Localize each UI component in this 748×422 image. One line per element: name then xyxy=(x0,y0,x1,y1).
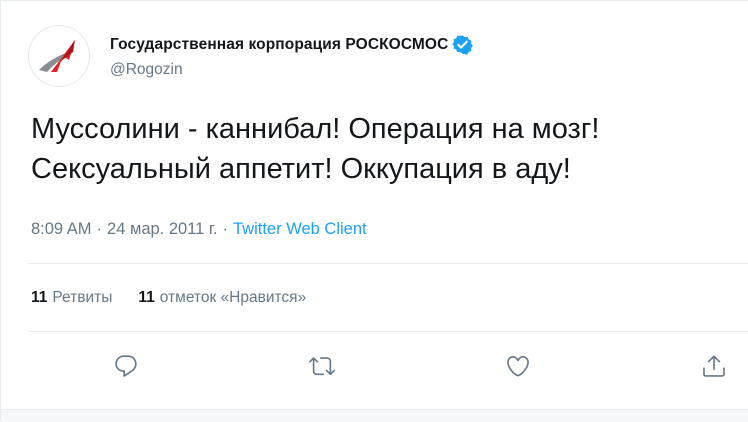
share-button[interactable] xyxy=(699,351,729,381)
tweet-text-line: Сексуальный аппетит! Оккупация в аду! xyxy=(31,153,571,185)
like-button[interactable] xyxy=(503,351,533,381)
user-handle[interactable]: @Rogozin xyxy=(110,61,473,79)
tweet-time[interactable]: 8:09 AM xyxy=(31,220,92,239)
divider xyxy=(28,331,748,332)
meta-separator: · xyxy=(222,219,229,238)
tweet-header: Государственная корпорация РОСКОСМОС @Ro… xyxy=(28,25,474,87)
reply-icon xyxy=(115,355,137,377)
avatar[interactable] xyxy=(28,25,90,87)
display-name[interactable]: Государственная корпорация РОСКОСМОС xyxy=(110,36,448,54)
bottom-strip xyxy=(1,410,748,422)
likes-stat[interactable]: 11 отметок «Нравится» xyxy=(138,289,306,307)
likes-count: 11 xyxy=(138,289,155,306)
tweet-text: Муссолини - каннибал! Операция на мозг! … xyxy=(31,109,731,189)
user-info: Государственная корпорация РОСКОСМОС @Ro… xyxy=(110,34,474,79)
tweet-actions xyxy=(1,351,748,381)
share-icon xyxy=(703,355,725,377)
tweet-meta: 8:09 AM · 24 мар. 2011 г. · Twitter Web … xyxy=(31,217,367,241)
tweet-card: Государственная корпорация РОСКОСМОС @Ro… xyxy=(0,0,748,422)
retweet-button[interactable] xyxy=(307,351,337,381)
tweet-date[interactable]: 24 мар. 2011 г. xyxy=(107,220,217,239)
reply-button[interactable] xyxy=(111,351,141,381)
divider xyxy=(28,263,748,264)
retweets-count: 11 xyxy=(31,289,48,306)
heart-icon xyxy=(507,355,529,377)
roscosmos-logo-icon xyxy=(39,40,75,72)
tweet-source-link[interactable]: Twitter Web Client xyxy=(233,220,367,239)
name-line: Государственная корпорация РОСКОСМОС xyxy=(110,34,474,56)
meta-separator: · xyxy=(96,219,103,238)
likes-label: отметок «Нравится» xyxy=(159,289,307,306)
retweets-stat[interactable]: 11 Ретвиты xyxy=(31,289,112,307)
retweets-label: Ретвиты xyxy=(52,289,113,306)
tweet-stats: 11 Ретвиты 11 отметок «Нравится» xyxy=(31,287,306,309)
tweet-text-line: Муссолини - каннибал! Операция на мозг! xyxy=(31,113,600,145)
retweet-icon xyxy=(309,357,335,376)
verified-badge-icon xyxy=(452,34,474,55)
